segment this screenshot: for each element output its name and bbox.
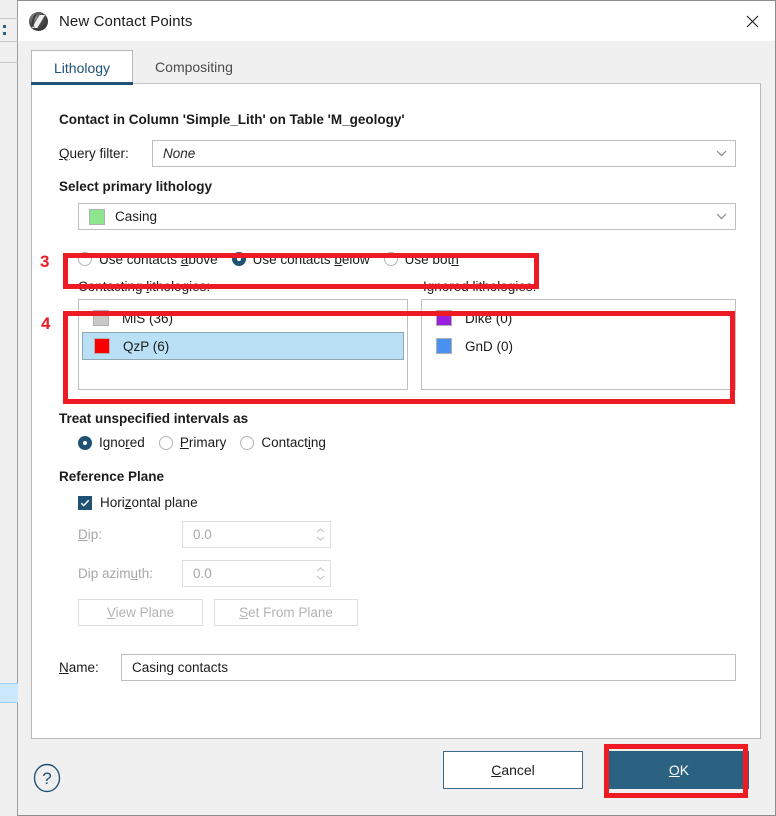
list-item[interactable]: QzP (6) (82, 332, 404, 360)
name-row: Name: Casing contacts (59, 654, 736, 681)
dip-stepper[interactable]: 0.0 (182, 521, 331, 548)
view-plane-label: View Plane (106, 605, 175, 620)
lithology-color-swatch (89, 208, 105, 225)
dip-azimuth-value: 0.0 (193, 566, 212, 581)
tab-compositing[interactable]: Compositing (133, 50, 255, 84)
radio-dot-icon (78, 435, 92, 450)
ignored-lithologies-list[interactable]: Dike (0) GnD (0) (421, 299, 736, 390)
reference-plane-heading: Reference Plane (59, 469, 165, 484)
dialog-footer: ? Cancel OK (18, 739, 775, 815)
new-contact-points-dialog: New Contact Points Lithology Compositing… (18, 0, 776, 816)
lithology-color-swatch (93, 310, 109, 326)
radio-contacting[interactable]: Contacting (240, 435, 326, 450)
query-filter-combobox[interactable]: None (152, 140, 736, 167)
radio-dot-icon (158, 435, 173, 450)
dip-azimuth-stepper[interactable]: 0.0 (182, 560, 331, 587)
list-item-label: MiS (36) (122, 310, 174, 326)
chevron-down-icon (707, 213, 735, 220)
contacting-lithologies-label: Contacting lithologies: (78, 279, 211, 294)
background-window-sliver (0, 0, 18, 816)
contact-direction-radio-group: Use contacts above Use contacts below Us… (78, 246, 736, 272)
primary-lithology-combobox[interactable]: Casing (78, 203, 736, 230)
radio-label: Ignored (99, 435, 145, 450)
dip-azimuth-row: Dip azimuth: 0.0 (78, 560, 736, 587)
plane-buttons-row: View Plane Set From Plane (78, 599, 736, 626)
stepper-arrows-icon[interactable] (310, 567, 330, 580)
radio-label: Use both (404, 251, 459, 267)
list-item[interactable]: MiS (36) (82, 304, 404, 332)
radio-primary[interactable]: Primary (158, 435, 227, 450)
tab-lithology-label: Lithology (54, 59, 111, 76)
radio-dot-icon (383, 252, 398, 266)
dip-value: 0.0 (193, 527, 212, 542)
query-filter-label: Query filter: (59, 146, 129, 161)
contacting-lithologies-list[interactable]: MiS (36) QzP (6) (78, 299, 408, 390)
radio-label: Primary (179, 435, 227, 450)
name-label: Name: (59, 660, 99, 675)
list-item-label: Dike (0) (465, 310, 513, 326)
help-question-icon[interactable]: ? (32, 763, 62, 793)
ignored-lithologies-label: Ignored lithologies: (423, 279, 537, 294)
name-input-value: Casing contacts (132, 660, 229, 675)
checkmark-icon (78, 495, 92, 510)
window-title: New Contact Points (59, 12, 193, 30)
tab-lithology[interactable]: Lithology (31, 50, 134, 85)
checkbox-horizontal-plane[interactable]: Horizontal plane (78, 495, 198, 510)
checkbox-label: Horizontal plane (100, 495, 198, 510)
lithology-lists-row: MiS (36) QzP (6) Dike (0) GnD (0) (78, 299, 736, 390)
radio-dot-icon (240, 435, 255, 450)
bg-divider (0, 41, 18, 42)
name-input[interactable]: Casing contacts (121, 654, 736, 681)
dip-row: Dip: 0.0 (78, 521, 736, 548)
list-labels-row: Contacting lithologies: Ignored litholog… (78, 279, 736, 294)
radio-use-contacts-below[interactable]: Use contacts below (231, 251, 370, 267)
radio-label: Use contacts above (99, 251, 218, 267)
ok-button[interactable]: OK (609, 751, 749, 789)
chevron-down-icon (707, 150, 735, 157)
bg-tick-icon (3, 25, 6, 28)
unspecified-intervals-heading: Treat unspecified intervals as (59, 411, 249, 426)
list-item-label: GnD (0) (465, 338, 514, 354)
bg-divider (0, 18, 18, 19)
view-plane-button[interactable]: View Plane (78, 599, 203, 626)
radio-ignored[interactable]: Ignored (78, 435, 145, 450)
app-logo-icon (29, 11, 48, 31)
radio-dot-icon (231, 252, 246, 266)
tab-compositing-label: Compositing (155, 59, 233, 75)
lithology-color-swatch (436, 338, 452, 354)
primary-lithology-value: Casing (115, 209, 158, 224)
set-from-plane-button[interactable]: Set From Plane (214, 599, 358, 626)
stepper-arrows-icon[interactable] (310, 528, 330, 541)
radio-label: Use contacts below (252, 251, 370, 267)
primary-lithology-heading: Select primary lithology (59, 179, 213, 194)
lithology-color-swatch (436, 310, 452, 326)
contact-column-heading: Contact in Column 'Simple_Lith' on Table… (59, 112, 405, 127)
lithology-color-swatch (94, 338, 110, 354)
list-item[interactable]: GnD (0) (425, 332, 732, 360)
ok-button-label: OK (668, 762, 690, 778)
cancel-button[interactable]: Cancel (443, 751, 583, 789)
radio-label: Contacting (261, 435, 326, 450)
dip-label: Dip: (78, 527, 103, 542)
cancel-button-label: Cancel (491, 762, 535, 778)
query-filter-row: Query filter: None (59, 140, 736, 167)
radio-use-contacts-above[interactable]: Use contacts above (78, 252, 218, 267)
radio-dot-icon (78, 252, 92, 266)
svg-text:?: ? (42, 769, 51, 788)
set-from-plane-label: Set From Plane (239, 605, 333, 620)
radio-use-both[interactable]: Use both (383, 251, 459, 267)
title-bar: New Contact Points (18, 1, 775, 41)
list-item-label: QzP (6) (123, 338, 170, 354)
bg-tick-icon (3, 32, 6, 35)
list-item[interactable]: Dike (0) (425, 304, 732, 332)
bg-selected-row (0, 683, 18, 703)
tab-strip: Lithology Compositing (18, 41, 775, 85)
close-icon[interactable] (729, 1, 775, 41)
unspecified-radio-group: Ignored Primary Contacting (78, 435, 736, 450)
dip-azimuth-label: Dip azimuth: (78, 566, 154, 581)
bg-divider (0, 62, 18, 63)
query-filter-value: None (163, 146, 196, 161)
lithology-panel: Contact in Column 'Simple_Lith' on Table… (31, 84, 761, 739)
